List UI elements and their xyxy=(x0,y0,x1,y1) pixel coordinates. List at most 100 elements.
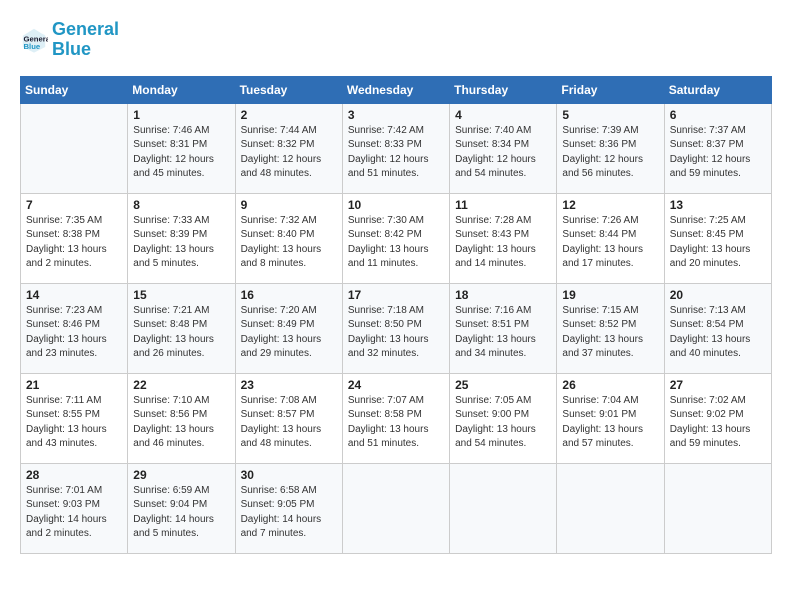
calendar-cell: 21Sunrise: 7:11 AM Sunset: 8:55 PM Dayli… xyxy=(21,373,128,463)
calendar-cell: 13Sunrise: 7:25 AM Sunset: 8:45 PM Dayli… xyxy=(664,193,771,283)
column-header-saturday: Saturday xyxy=(664,76,771,103)
day-number: 2 xyxy=(241,108,337,122)
cell-info: Sunrise: 7:44 AM Sunset: 8:32 PM Dayligh… xyxy=(241,124,337,182)
header-row: SundayMondayTuesdayWednesdayThursdayFrid… xyxy=(21,76,772,103)
week-row-5: 28Sunrise: 7:01 AM Sunset: 9:03 PM Dayli… xyxy=(21,463,772,553)
day-number: 11 xyxy=(455,198,551,212)
calendar-cell: 2 Sunrise: 7:44 AM Sunset: 8:32 PM Daylig… xyxy=(235,103,342,193)
day-number: 10 xyxy=(348,198,444,212)
day-number: 5 xyxy=(562,108,658,122)
day-number: 29 xyxy=(133,468,229,482)
cell-info: Sunrise: 7:32 AM Sunset: 8:40 PM Dayligh… xyxy=(241,214,337,272)
page-header: General Blue GeneralBlue xyxy=(20,20,772,60)
calendar-cell: 7 Sunrise: 7:35 AM Sunset: 8:38 PM Daylig… xyxy=(21,193,128,283)
calendar-cell xyxy=(21,103,128,193)
cell-info: Sunrise: 7:13 AM Sunset: 8:54 PM Dayligh… xyxy=(670,304,766,362)
day-number: 26 xyxy=(562,378,658,392)
cell-info: Sunrise: 7:05 AM Sunset: 9:00 PM Dayligh… xyxy=(455,394,551,452)
day-number: 23 xyxy=(241,378,337,392)
column-header-tuesday: Tuesday xyxy=(235,76,342,103)
day-number: 22 xyxy=(133,378,229,392)
calendar-cell xyxy=(557,463,664,553)
calendar-cell: 28Sunrise: 7:01 AM Sunset: 9:03 PM Dayli… xyxy=(21,463,128,553)
day-number: 9 xyxy=(241,198,337,212)
calendar-cell: 29Sunrise: 6:59 AM Sunset: 9:04 PM Dayli… xyxy=(128,463,235,553)
calendar-cell: 10 Sunrise: 7:30 AM Sunset: 8:42 PM Dayli… xyxy=(342,193,449,283)
day-number: 3 xyxy=(348,108,444,122)
calendar-cell: 30Sunrise: 6:58 AM Sunset: 9:05 PM Dayli… xyxy=(235,463,342,553)
calendar-cell: 24 Sunrise: 7:07 AM Sunset: 8:58 PM Dayli… xyxy=(342,373,449,463)
day-number: 1 xyxy=(133,108,229,122)
cell-info: Sunrise: 7:18 AM Sunset: 8:50 PM Dayligh… xyxy=(348,304,444,362)
calendar-cell xyxy=(342,463,449,553)
calendar-cell: 20Sunrise: 7:13 AM Sunset: 8:54 PM Dayli… xyxy=(664,283,771,373)
day-number: 14 xyxy=(26,288,122,302)
calendar-cell: 19 Sunrise: 7:15 AM Sunset: 8:52 PM Dayli… xyxy=(557,283,664,373)
calendar-cell: 26 Sunrise: 7:04 AM Sunset: 9:01 PM Dayli… xyxy=(557,373,664,463)
calendar-cell: 9 Sunrise: 7:32 AM Sunset: 8:40 PM Daylig… xyxy=(235,193,342,283)
week-row-3: 14 Sunrise: 7:23 AM Sunset: 8:46 PM Dayli… xyxy=(21,283,772,373)
calendar-cell: 27 Sunrise: 7:02 AM Sunset: 9:02 PM Dayli… xyxy=(664,373,771,463)
cell-info: Sunrise: 7:28 AM Sunset: 8:43 PM Dayligh… xyxy=(455,214,551,272)
cell-info: Sunrise: 7:21 AM Sunset: 8:48 PM Dayligh… xyxy=(133,304,229,362)
day-number: 4 xyxy=(455,108,551,122)
cell-info: Sunrise: 7:35 AM Sunset: 8:38 PM Dayligh… xyxy=(26,214,122,272)
calendar-cell: 17Sunrise: 7:18 AM Sunset: 8:50 PM Dayli… xyxy=(342,283,449,373)
calendar-cell: 22 Sunrise: 7:10 AM Sunset: 8:56 PM Dayli… xyxy=(128,373,235,463)
cell-info: Sunrise: 7:16 AM Sunset: 8:51 PM Dayligh… xyxy=(455,304,551,362)
cell-info: Sunrise: 7:33 AM Sunset: 8:39 PM Dayligh… xyxy=(133,214,229,272)
cell-info: Sunrise: 7:37 AM Sunset: 8:37 PM Dayligh… xyxy=(670,124,766,182)
cell-info: Sunrise: 7:42 AM Sunset: 8:33 PM Dayligh… xyxy=(348,124,444,182)
calendar-cell: 14 Sunrise: 7:23 AM Sunset: 8:46 PM Dayli… xyxy=(21,283,128,373)
calendar-cell: 8 Sunrise: 7:33 AM Sunset: 8:39 PM Daylig… xyxy=(128,193,235,283)
calendar-cell xyxy=(664,463,771,553)
calendar-cell xyxy=(450,463,557,553)
cell-info: Sunrise: 7:26 AM Sunset: 8:44 PM Dayligh… xyxy=(562,214,658,272)
column-header-sunday: Sunday xyxy=(21,76,128,103)
cell-info: Sunrise: 7:07 AM Sunset: 8:58 PM Dayligh… xyxy=(348,394,444,452)
calendar-cell: 18Sunrise: 7:16 AM Sunset: 8:51 PM Dayli… xyxy=(450,283,557,373)
cell-info: Sunrise: 7:40 AM Sunset: 8:34 PM Dayligh… xyxy=(455,124,551,182)
day-number: 25 xyxy=(455,378,551,392)
cell-info: Sunrise: 7:10 AM Sunset: 8:56 PM Dayligh… xyxy=(133,394,229,452)
day-number: 7 xyxy=(26,198,122,212)
day-number: 15 xyxy=(133,288,229,302)
calendar-table: SundayMondayTuesdayWednesdayThursdayFrid… xyxy=(20,76,772,554)
logo-icon: General Blue xyxy=(20,26,48,54)
cell-info: Sunrise: 7:08 AM Sunset: 8:57 PM Dayligh… xyxy=(241,394,337,452)
cell-info: Sunrise: 7:11 AM Sunset: 8:55 PM Dayligh… xyxy=(26,394,122,452)
cell-info: Sunrise: 7:02 AM Sunset: 9:02 PM Dayligh… xyxy=(670,394,766,452)
calendar-cell: 11 Sunrise: 7:28 AM Sunset: 8:43 PM Dayli… xyxy=(450,193,557,283)
day-number: 16 xyxy=(241,288,337,302)
day-number: 24 xyxy=(348,378,444,392)
day-number: 27 xyxy=(670,378,766,392)
cell-info: Sunrise: 7:46 AM Sunset: 8:31 PM Dayligh… xyxy=(133,124,229,182)
calendar-body: 1 Sunrise: 7:46 AM Sunset: 8:31 PM Daylig… xyxy=(21,103,772,553)
cell-info: Sunrise: 7:30 AM Sunset: 8:42 PM Dayligh… xyxy=(348,214,444,272)
column-header-monday: Monday xyxy=(128,76,235,103)
cell-info: Sunrise: 7:23 AM Sunset: 8:46 PM Dayligh… xyxy=(26,304,122,362)
day-number: 8 xyxy=(133,198,229,212)
cell-info: Sunrise: 7:15 AM Sunset: 8:52 PM Dayligh… xyxy=(562,304,658,362)
calendar-cell: 1 Sunrise: 7:46 AM Sunset: 8:31 PM Daylig… xyxy=(128,103,235,193)
cell-info: Sunrise: 6:58 AM Sunset: 9:05 PM Dayligh… xyxy=(241,484,337,542)
calendar-cell: 6 Sunrise: 7:37 AM Sunset: 8:37 PM Daylig… xyxy=(664,103,771,193)
column-header-friday: Friday xyxy=(557,76,664,103)
day-number: 19 xyxy=(562,288,658,302)
cell-info: Sunrise: 7:25 AM Sunset: 8:45 PM Dayligh… xyxy=(670,214,766,272)
column-header-wednesday: Wednesday xyxy=(342,76,449,103)
cell-info: Sunrise: 7:20 AM Sunset: 8:49 PM Dayligh… xyxy=(241,304,337,362)
cell-info: Sunrise: 7:04 AM Sunset: 9:01 PM Dayligh… xyxy=(562,394,658,452)
logo: General Blue GeneralBlue xyxy=(20,20,119,60)
calendar-header: SundayMondayTuesdayWednesdayThursdayFrid… xyxy=(21,76,772,103)
logo-text: GeneralBlue xyxy=(52,20,119,60)
svg-text:Blue: Blue xyxy=(24,42,41,51)
day-number: 12 xyxy=(562,198,658,212)
column-header-thursday: Thursday xyxy=(450,76,557,103)
week-row-2: 7 Sunrise: 7:35 AM Sunset: 8:38 PM Daylig… xyxy=(21,193,772,283)
cell-info: Sunrise: 7:01 AM Sunset: 9:03 PM Dayligh… xyxy=(26,484,122,542)
day-number: 6 xyxy=(670,108,766,122)
calendar-cell: 5 Sunrise: 7:39 AM Sunset: 8:36 PM Daylig… xyxy=(557,103,664,193)
cell-info: Sunrise: 7:39 AM Sunset: 8:36 PM Dayligh… xyxy=(562,124,658,182)
calendar-cell: 12 Sunrise: 7:26 AM Sunset: 8:44 PM Dayli… xyxy=(557,193,664,283)
